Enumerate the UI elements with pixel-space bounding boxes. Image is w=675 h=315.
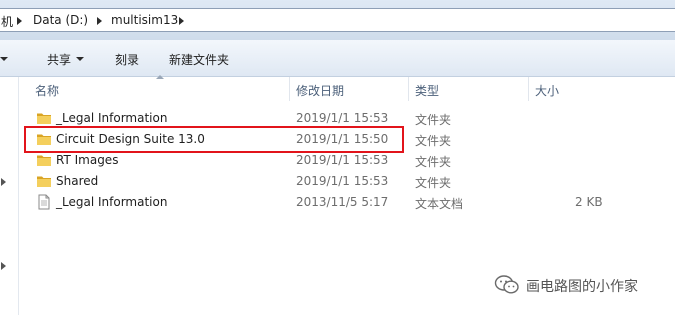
breadcrumb-separator-icon[interactable] [17, 17, 22, 25]
breadcrumb-folder[interactable]: multisim13 [111, 13, 178, 27]
column-header-type-label: 类型 [415, 84, 440, 98]
file-size: 2 KB [575, 195, 603, 209]
file-type: 文本文档 [415, 197, 464, 211]
file-row[interactable]: RT Images 2019/1/1 15:53 文件夹 [30, 150, 675, 171]
file-name: _Legal Information [56, 195, 168, 209]
folder-icon [37, 176, 51, 187]
file-modified: 2019/1/1 15:53 [296, 174, 389, 188]
share-dropdown-icon[interactable] [76, 57, 84, 61]
highlight-box [24, 126, 404, 153]
wechat-icon [494, 275, 519, 294]
share-button[interactable]: 共享 [47, 51, 71, 68]
column-header-modified-label: 修改日期 [296, 84, 345, 98]
file-modified: 2019/1/1 15:53 [296, 153, 389, 167]
file-type: 文件夹 [415, 113, 452, 127]
file-name: _Legal Information [56, 111, 168, 125]
column-header-name[interactable]: 名称 [29, 77, 290, 101]
breadcrumb-drive[interactable]: Data (D:) [33, 13, 88, 27]
column-header-size[interactable]: 大小 [529, 77, 675, 101]
expand-arrow-icon[interactable] [1, 262, 6, 270]
chevron-down-icon[interactable] [0, 57, 8, 61]
file-name: Shared [56, 174, 99, 188]
column-header-type[interactable]: 类型 [409, 77, 529, 101]
folder-icon [37, 113, 51, 124]
address-bar: 机 Data (D:) multisim13 [0, 0, 675, 41]
file-modified: 2013/11/5 5:17 [296, 195, 389, 209]
file-row[interactable]: Shared 2019/1/1 15:53 文件夹 [30, 171, 675, 192]
breadcrumb-separator-icon[interactable] [179, 17, 184, 25]
burn-button[interactable]: 刻录 [115, 51, 139, 68]
breadcrumb-separator-icon[interactable] [97, 17, 102, 25]
column-header-size-label: 大小 [535, 84, 560, 98]
column-header-name-label: 名称 [35, 84, 60, 98]
file-name: RT Images [56, 153, 119, 167]
sort-ascending-icon [156, 75, 164, 79]
expand-arrow-icon[interactable] [1, 178, 6, 186]
command-toolbar: 共享 刻录 新建文件夹 [0, 40, 675, 77]
new-folder-button[interactable]: 新建文件夹 [169, 51, 229, 68]
watermark-text: 画电路图的小作家 [526, 279, 638, 295]
file-type: 文件夹 [415, 176, 452, 190]
breadcrumb[interactable]: 机 Data (D:) multisim13 [0, 8, 675, 32]
file-row[interactable]: _Legal Information 2013/11/5 5:17 文本文档 2… [30, 192, 675, 213]
folder-icon [37, 155, 51, 166]
file-type: 文件夹 [415, 155, 452, 169]
breadcrumb-computer[interactable]: 机 [1, 13, 13, 30]
explorer-window: 机 Data (D:) multisim13 共享 刻录 新建文件夹 名称 修改… [0, 0, 675, 315]
navigation-pane[interactable] [0, 77, 19, 315]
file-modified: 2019/1/1 15:53 [296, 111, 389, 125]
column-header-modified[interactable]: 修改日期 [290, 77, 409, 101]
file-type: 文件夹 [415, 134, 452, 148]
text-document-icon [38, 194, 50, 210]
